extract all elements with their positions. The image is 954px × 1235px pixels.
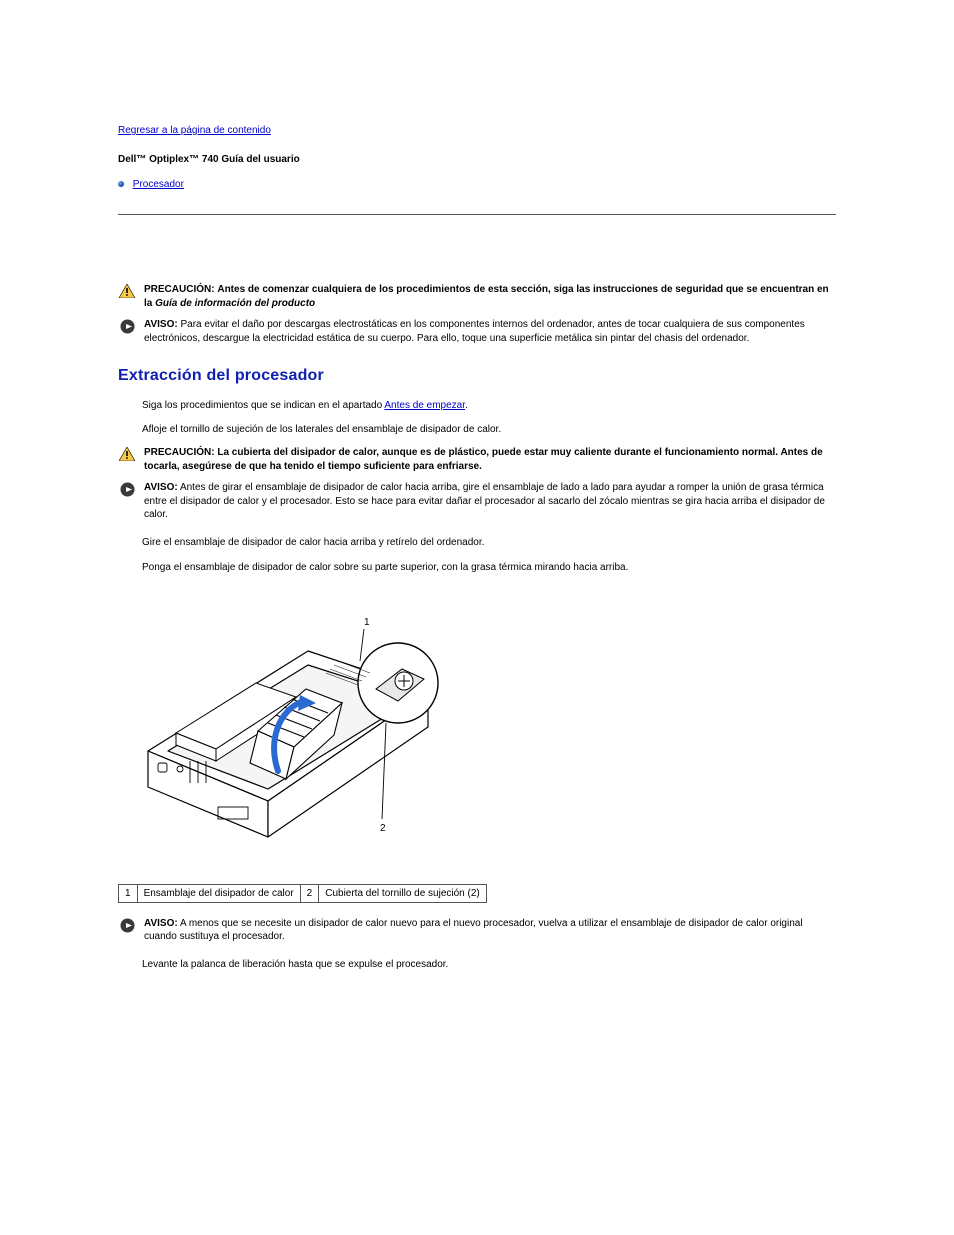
step-3b-text: Ponga el ensamblaje de disipador de calo… [142, 561, 836, 575]
toc-row: Procesador [118, 179, 836, 190]
caution-block: PRECAUCIÓN: Antes de comenzar cualquiera… [118, 283, 836, 310]
table-row: 1 Ensamblaje del disipador de calor 2 Cu… [119, 884, 487, 902]
caution-label: PRECAUCIÓN: [144, 284, 215, 295]
cell-text-1: Ensamblaje del disipador de calor [137, 884, 300, 902]
step-1-tail: . [465, 400, 468, 411]
notice-block-3: AVISO: A menos que se necesite un disipa… [118, 917, 836, 944]
notice-text-2: Antes de girar el ensamblaje de disipado… [144, 482, 825, 520]
svg-text:2: 2 [380, 823, 386, 834]
warning-icon [118, 283, 136, 310]
notice-text: Para evitar el daño por descargas electr… [144, 319, 805, 344]
step-4: Levante la palanca de liberación hasta q… [142, 958, 836, 972]
toc-link-procesador[interactable]: Procesador [133, 179, 184, 190]
step-2: Afloje el tornillo de sujeción de los la… [142, 423, 836, 437]
bullet-icon [118, 181, 124, 187]
figure-svg: 1 2 [128, 611, 448, 851]
notice-icon [118, 917, 136, 944]
caution-em: Guía de información del producto [155, 298, 315, 309]
caution-block-2: PRECAUCIÓN: La cubierta del disipador de… [118, 446, 836, 473]
caution-text-2: La cubierta del disipador de calor, aunq… [144, 447, 823, 472]
step-3a-text: Gire el ensamblaje de disipador de calor… [142, 536, 836, 550]
back-to-contents-link[interactable]: Regresar a la página de contenido [118, 125, 271, 136]
warning-icon [118, 446, 136, 473]
figure-heatsink: 1 2 [128, 611, 836, 854]
cell-num-2: 2 [300, 884, 319, 902]
step-1-text: Siga los procedimientos que se indican e… [142, 400, 382, 411]
step-1: Siga los procedimientos que se indican e… [142, 399, 836, 413]
parts-table: 1 Ensamblaje del disipador de calor 2 Cu… [118, 884, 487, 903]
link-antes-de-empezar[interactable]: Antes de empezar [384, 400, 465, 411]
cell-text-2: Cubierta del tornillo de sujeción (2) [319, 884, 487, 902]
notice-icon [118, 481, 136, 522]
notice-label: AVISO: [144, 319, 178, 330]
notice-block-2: AVISO: Antes de girar el ensamblaje de d… [118, 481, 836, 522]
cell-num-1: 1 [119, 884, 138, 902]
notice-text-3: A menos que se necesite un disipador de … [144, 918, 803, 943]
notice-label-3: AVISO: [144, 918, 178, 929]
step-3: Gire el ensamblaje de disipador de calor… [142, 536, 836, 575]
svg-text:1: 1 [364, 617, 370, 628]
section-heading: Extracción del procesador [118, 367, 836, 385]
caution-label-2: PRECAUCIÓN: [144, 447, 215, 458]
notice-block: AVISO: Para evitar el daño por descargas… [118, 318, 836, 345]
doc-subtitle: Dell™ Optiplex™ 740 Guía del usuario [118, 154, 836, 165]
notice-icon [118, 318, 136, 345]
notice-label-2: AVISO: [144, 482, 178, 493]
